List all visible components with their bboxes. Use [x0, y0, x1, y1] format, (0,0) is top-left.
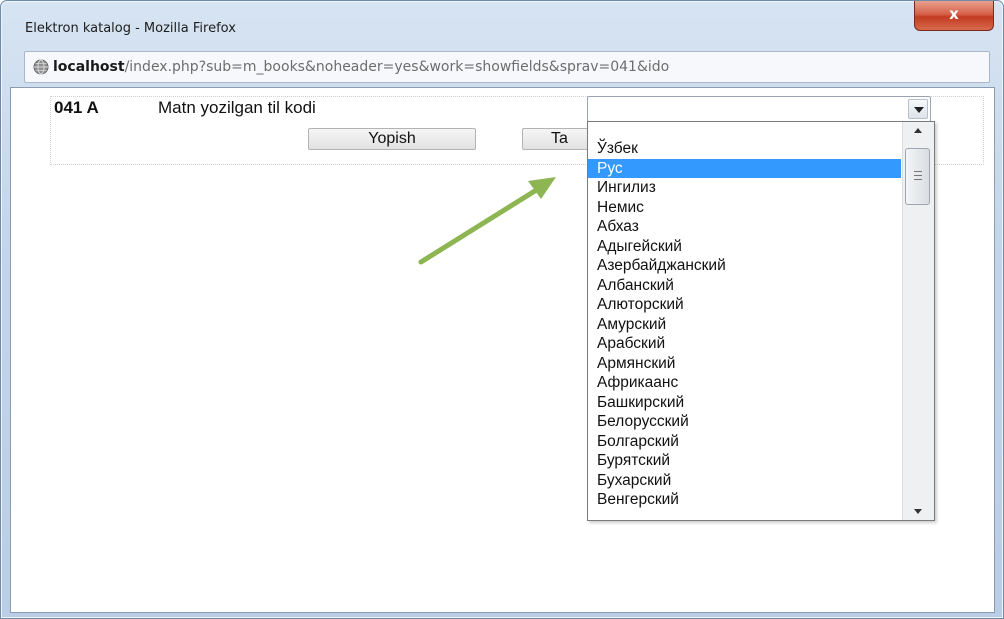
dropdown-option[interactable]: Албанский	[588, 276, 901, 296]
dropdown-option[interactable]: Бухарский	[588, 471, 901, 491]
dropdown-option[interactable]: Амурский	[588, 315, 901, 335]
dropdown-option[interactable]: Ингилиз	[588, 178, 901, 198]
dropdown-option[interactable]: Немис	[588, 198, 901, 218]
field-code: 041 A	[54, 98, 99, 117]
address-bar[interactable]: localhost/index.php?sub=m_books&noheader…	[24, 51, 990, 83]
dropdown-option[interactable]: Болгарский	[588, 432, 901, 452]
url-host: localhost	[53, 59, 125, 75]
language-select[interactable]	[587, 96, 931, 122]
title-bar[interactable]: Elektron katalog - Mozilla Firefox x	[1, 1, 1003, 45]
scroll-down-icon[interactable]	[903, 502, 934, 520]
dropdown-option[interactable]: Азербайджанский	[588, 256, 901, 276]
window-close-button[interactable]: x	[914, 1, 994, 31]
dropdown-option[interactable]: Адыгейский	[588, 237, 901, 257]
close-button[interactable]: Yopish	[308, 128, 476, 150]
globe-icon	[33, 59, 49, 75]
dropdown-option[interactable]: Абхаз	[588, 217, 901, 237]
language-dropdown-list[interactable]: Ўзбек Рус Ингилиз Немис Абхаз Адыгейский Азерб…	[587, 121, 935, 521]
dropdown-option[interactable]: Венгерский	[588, 490, 901, 510]
chevron-down-icon[interactable]	[908, 99, 928, 119]
window-title: Elektron katalog - Mozilla Firefox	[25, 21, 236, 36]
dropdown-option[interactable]: Рус	[588, 158, 901, 178]
dropdown-options: Ўзбек Рус Ингилиз Немис Абхаз Адыгейский Азерб…	[588, 139, 901, 510]
dropdown-option[interactable]: Башкирский	[588, 393, 901, 413]
dropdown-option[interactable]: Алюторский	[588, 295, 901, 315]
url-path: /index.php?sub=m_books&noheader=yes&work…	[124, 59, 670, 75]
dropdown-option[interactable]: Арабский	[588, 334, 901, 354]
dropdown-scrollbar[interactable]	[902, 122, 934, 520]
scroll-up-icon[interactable]	[903, 122, 934, 140]
dropdown-option[interactable]: Белорусский	[588, 412, 901, 432]
url-text[interactable]: localhost/index.php?sub=m_books&noheader…	[53, 59, 983, 75]
dropdown-option[interactable]: Бурятский	[588, 451, 901, 471]
scrollbar-thumb[interactable]	[905, 148, 930, 205]
dropdown-option[interactable]: Ўзбек	[588, 139, 901, 159]
dropdown-option[interactable]: Армянский	[588, 354, 901, 374]
secondary-button[interactable]: Ta	[522, 128, 592, 150]
field-label: Matn yozilgan til kodi	[158, 98, 316, 117]
dropdown-option[interactable]: Африкаанс	[588, 373, 901, 393]
